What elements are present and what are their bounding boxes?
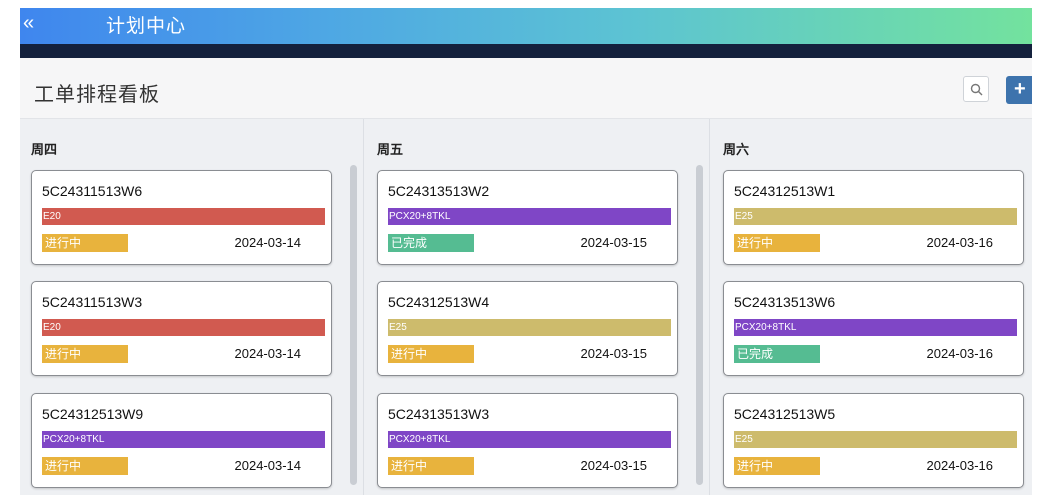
add-label: + <box>1014 78 1026 100</box>
top-divider-bar <box>20 44 1032 58</box>
plan-date: 2024-03-15 <box>580 458 648 473</box>
plan-date: 2024-03-16 <box>926 458 994 473</box>
plan-date: 2024-03-14 <box>234 346 302 361</box>
work-order-card[interactable]: 5C24312513W9 PCX20+8TKL 进行中 2024-03-14 <box>31 393 332 488</box>
work-order-card[interactable]: 5C24311513W3 E20 进行中 2024-03-14 <box>31 281 332 376</box>
work-order-id: 5C24312513W4 <box>388 294 490 310</box>
column-title: 周五 <box>377 142 404 157</box>
status-badge: 已完成 <box>388 234 474 252</box>
plan-date: 2024-03-16 <box>926 235 994 250</box>
plan-date: 2024-03-14 <box>234 235 302 250</box>
search-button[interactable] <box>963 76 989 102</box>
plan-date: 2024-03-15 <box>580 346 648 361</box>
product-type-tag: PCX20+8TKL <box>734 319 1017 336</box>
column-saturday: 周六 5C24312513W1 E25 进行中 2024-03-16 5C2431351… <box>712 119 1032 495</box>
page-header: 工单排程看板 + <box>20 58 1032 119</box>
column-divider <box>363 119 364 495</box>
back-icon[interactable]: « <box>23 11 34 35</box>
work-order-card[interactable]: 5C24312513W4 E25 进行中 2024-03-15 <box>377 281 678 376</box>
work-order-id: 5C24312513W5 <box>734 406 836 422</box>
status-badge: 进行中 <box>42 234 128 252</box>
product-type-tag: E20 <box>42 319 325 336</box>
status-badge: 进行中 <box>734 457 820 475</box>
work-order-id: 5C24312513W9 <box>42 406 144 422</box>
product-type-tag: PCX20+8TKL <box>388 431 671 448</box>
status-badge: 进行中 <box>388 457 474 475</box>
status-badge: 进行中 <box>388 345 474 363</box>
status-badge: 已完成 <box>734 345 820 363</box>
column-friday: 周五 5C24313513W2 PCX20+8TKL 已完成 2024-03-15 5C… <box>366 119 706 495</box>
work-order-id: 5C24313513W3 <box>388 406 490 422</box>
column-scrollbar[interactable] <box>696 165 703 485</box>
work-order-id: 5C24313513W6 <box>734 294 836 310</box>
work-order-card[interactable]: 5C24313513W3 PCX20+8TKL 进行中 2024-03-15 <box>377 393 678 488</box>
work-order-card[interactable]: 5C24313513W6 PCX20+8TKL 已完成 2024-03-16 <box>723 281 1024 376</box>
status-badge: 进行中 <box>42 457 128 475</box>
product-type-tag: PCX20+8TKL <box>388 208 671 225</box>
work-order-id: 5C24311513W6 <box>42 183 143 199</box>
column-title: 周六 <box>723 142 750 157</box>
app-title: 计划中心 <box>106 16 187 37</box>
page-title: 工单排程看板 <box>34 84 160 106</box>
work-order-id: 5C24313513W2 <box>388 183 490 199</box>
top-bar: « 计划中心 <box>20 8 1032 44</box>
work-order-id: 5C24312513W1 <box>734 183 836 199</box>
work-order-card[interactable]: 5C24313513W2 PCX20+8TKL 已完成 2024-03-15 <box>377 170 678 265</box>
work-order-card[interactable]: 5C24312513W5 E25 进行中 2024-03-16 <box>723 393 1024 488</box>
plan-date: 2024-03-16 <box>926 346 994 361</box>
plan-date: 2024-03-14 <box>234 458 302 473</box>
status-badge: 进行中 <box>42 345 128 363</box>
column-thursday: 周四 5C24311513W6 E20 进行中 2024-03-14 5C2431151… <box>20 119 360 495</box>
product-type-tag: E25 <box>734 208 1017 225</box>
status-badge: 进行中 <box>734 234 820 252</box>
work-order-id: 5C24311513W3 <box>42 294 143 310</box>
product-type-tag: E25 <box>388 319 671 336</box>
add-button[interactable]: + <box>1006 76 1032 104</box>
product-type-tag: E25 <box>734 431 1017 448</box>
work-order-card[interactable]: 5C24312513W1 E25 进行中 2024-03-16 <box>723 170 1024 265</box>
column-divider <box>709 119 710 495</box>
product-type-tag: PCX20+8TKL <box>42 431 325 448</box>
product-type-tag: E20 <box>42 208 325 225</box>
column-title: 周四 <box>31 142 58 157</box>
column-scrollbar[interactable] <box>350 165 357 485</box>
plan-date: 2024-03-15 <box>580 235 648 250</box>
app-window: « 计划中心 工单排程看板 + 周四 5C24311513W6 E20 进行中 202… <box>20 8 1032 495</box>
work-order-card[interactable]: 5C24311513W6 E20 进行中 2024-03-14 <box>31 170 332 265</box>
search-icon <box>970 83 983 96</box>
